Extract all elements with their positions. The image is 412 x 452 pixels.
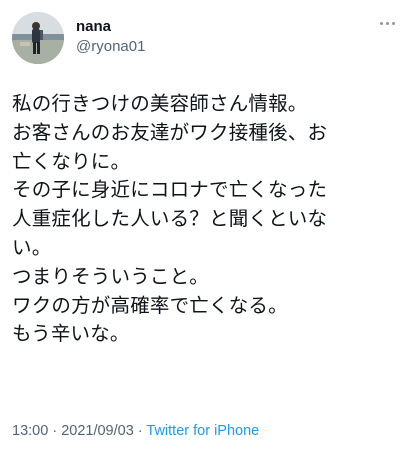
tweet-text-line: お客さんのお友達がワク接種後、お [12, 120, 328, 144]
avatar-photo [12, 12, 64, 64]
tweet-meta: 13:00 · 2021/09/03 · Twitter for iPhone [12, 422, 259, 440]
meta-separator: · [133, 423, 147, 439]
tweet-text-line: その子に身近にコロナで亡くなった [12, 178, 328, 202]
avatar[interactable] [12, 12, 64, 64]
tweet-source[interactable]: Twitter for iPhone [146, 423, 259, 439]
tweet-text-line: 私の行きつけの美容師さん情報。 [12, 92, 308, 115]
tweet-text-line: もう辛いな。 [12, 322, 130, 346]
tweet-time[interactable]: 13:00 [12, 423, 48, 439]
tweet-text-line: つまりそういうこと。 [12, 264, 210, 288]
tweet-header: nana @ryona01 [12, 10, 400, 66]
tweet: nana @ryona01 私の行きつけの美容師さん情報。 お客さんのお友達がワ… [0, 0, 412, 452]
tweet-text-line: ワクの方が高確率で亡くなる。 [12, 293, 288, 317]
user-names: nana @ryona01 [76, 18, 145, 57]
tweet-text-line: 亡くなりに。 [12, 149, 131, 173]
user-handle[interactable]: @ryona01 [76, 37, 145, 57]
tweet-text-line: 人重症化した人いる？と聞くといな [12, 207, 328, 231]
tweet-text: 私の行きつけの美容師さん情報。 お客さんのお友達がワク接種後、お 亡くなりに。 … [12, 90, 404, 349]
meta-separator: · [48, 423, 62, 439]
more-horizontal-icon[interactable] [374, 14, 400, 32]
tweet-date[interactable]: 2021/09/03 [61, 423, 134, 439]
tweet-text-line: い。 [12, 235, 52, 259]
display-name[interactable]: nana [76, 18, 145, 36]
